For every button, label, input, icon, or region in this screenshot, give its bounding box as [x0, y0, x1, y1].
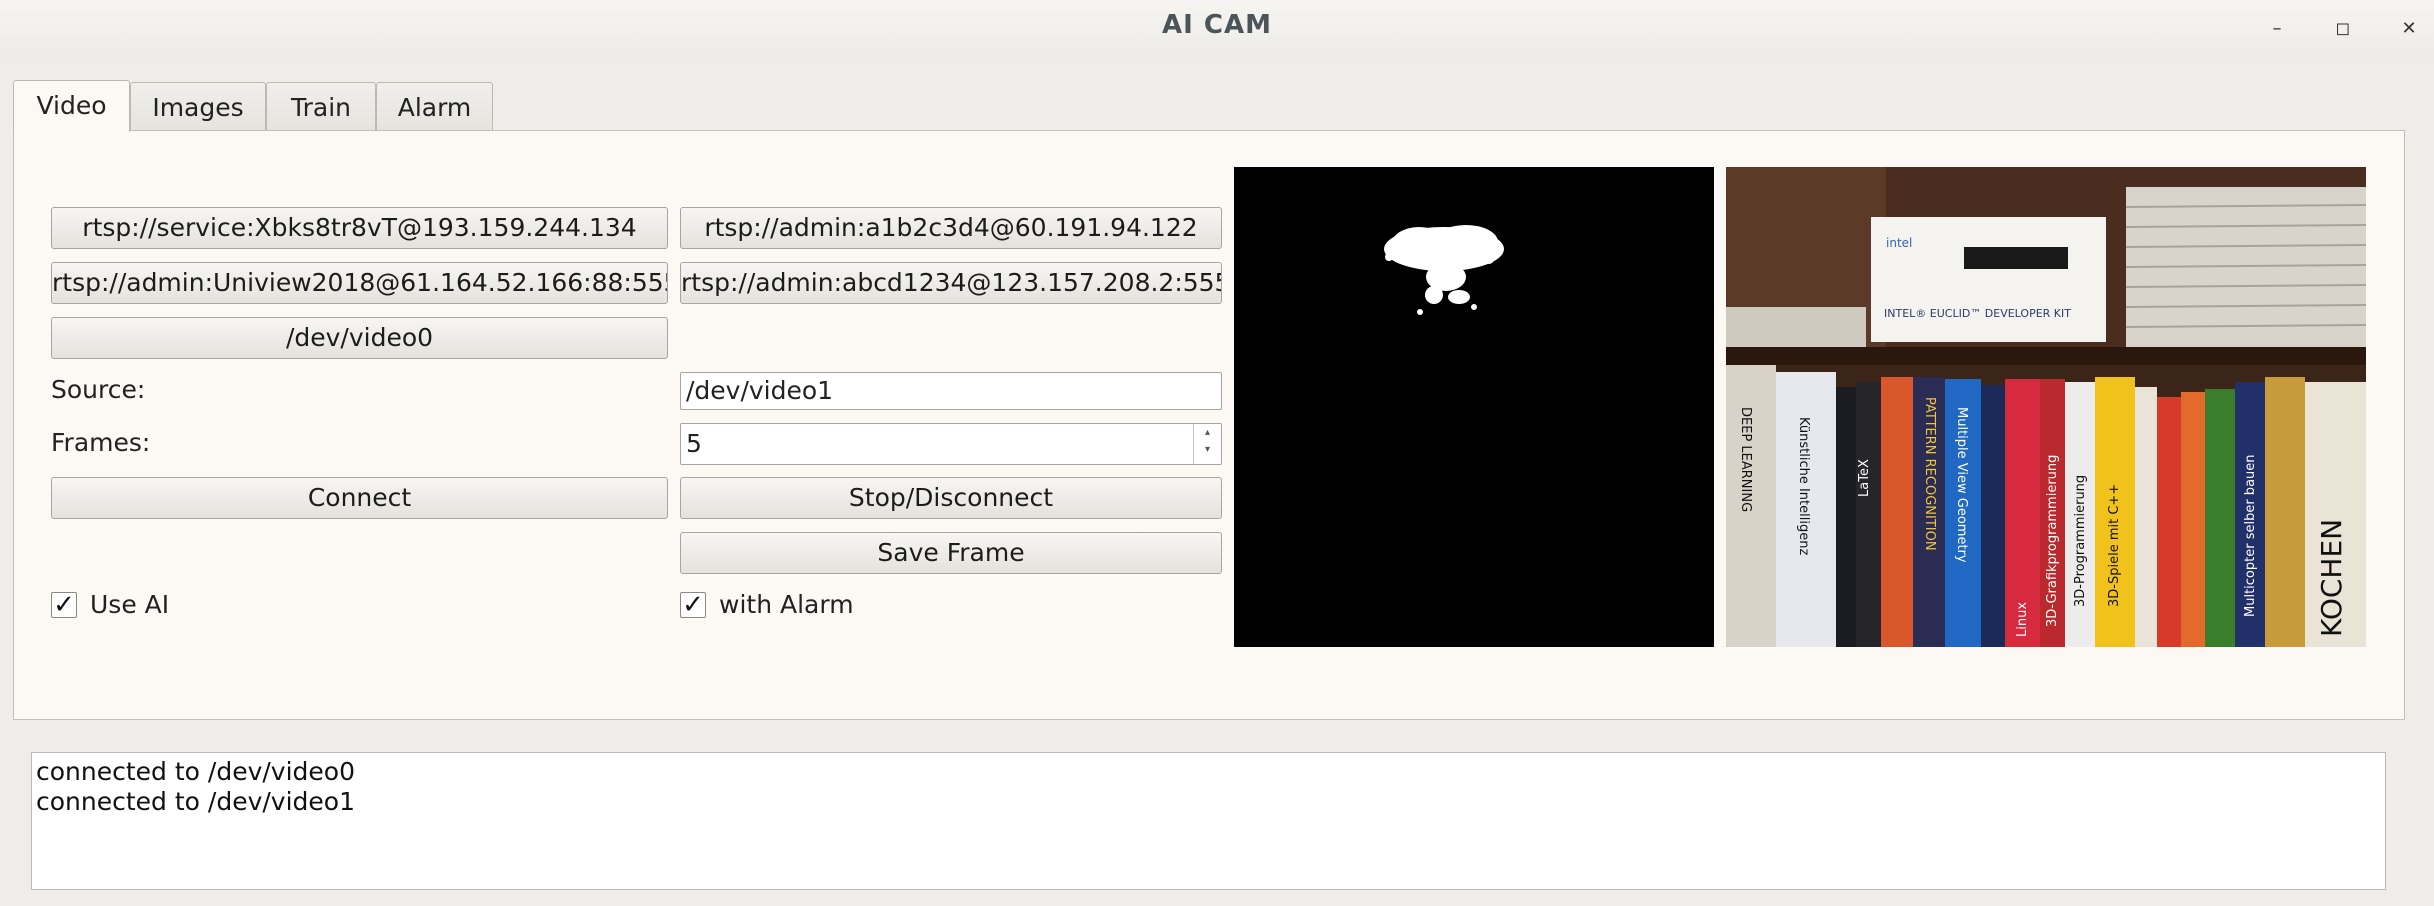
log-line: connected to /dev/video0: [36, 757, 355, 786]
preset-rtsp-3-button[interactable]: rtsp://admin:Uniview2018@61.164.52.166:8…: [51, 262, 668, 304]
camera-feed-view: intel INTEL® EUCLID™ DEVELOPER KIT DEEP …: [1726, 167, 2366, 647]
spine-3: LaTeX: [1857, 459, 1872, 497]
connect-button[interactable]: Connect: [51, 477, 668, 519]
ai-mask-view: [1234, 167, 1714, 647]
maximize-icon[interactable]: ◻: [2328, 14, 2358, 44]
title-bar: AI CAM – ◻ ✕: [0, 0, 2434, 58]
spine-5: Multiple View Geometry: [1954, 407, 1969, 563]
camera-image: intel INTEL® EUCLID™ DEVELOPER KIT DEEP …: [1726, 167, 2366, 647]
source-input[interactable]: /dev/video1: [680, 372, 1222, 410]
mask-blob: [1384, 225, 1504, 315]
preset-rtsp-1-button[interactable]: rtsp://service:Xbks8tr8vT@193.159.244.13…: [51, 207, 668, 249]
spin-up-icon[interactable]: ▴: [1194, 424, 1221, 441]
spin-down-icon[interactable]: ▾: [1194, 441, 1221, 458]
spine-8: 3D-Programmierung: [2073, 475, 2088, 607]
close-icon[interactable]: ✕: [2394, 14, 2424, 44]
source-label: Source:: [51, 375, 146, 404]
with-alarm-checkbox[interactable]: ✓: [680, 592, 706, 618]
minimize-icon[interactable]: –: [2262, 14, 2292, 44]
use-ai-label: Use AI: [90, 590, 170, 619]
spine-9: 3D-Spiele mit C++: [2107, 484, 2122, 607]
save-frame-button[interactable]: Save Frame: [680, 532, 1222, 574]
box-logo: intel: [1886, 236, 1912, 250]
spine-6: Linux: [2015, 602, 2030, 637]
spine-7: 3D-Grafikprogrammierung: [2045, 455, 2060, 627]
preset-rtsp-4-button[interactable]: rtsp://admin:abcd1234@123.157.208.2:555: [680, 262, 1222, 304]
tab-train[interactable]: Train: [266, 82, 376, 132]
tab-images[interactable]: Images: [130, 82, 266, 132]
window-title: AI CAM: [1162, 10, 1272, 40]
spine-2: Künstliche Intelligenz: [1796, 417, 1811, 555]
spine-10: Multicopter selber bauen: [2243, 454, 2258, 617]
preset-video0-button[interactable]: /dev/video0: [51, 317, 668, 359]
spine-11: KOCHEN: [2315, 519, 2348, 637]
spine-4: PATTERN RECOGNITION: [1922, 397, 1937, 551]
log-line: connected to /dev/video1: [36, 787, 355, 816]
spine-1: DEEP LEARNING: [1738, 407, 1753, 512]
log-output[interactable]: connected to /dev/video0 connected to /d…: [31, 752, 2386, 890]
tab-video[interactable]: Video: [13, 80, 130, 132]
frames-value: 5: [686, 429, 702, 458]
frames-label: Frames:: [51, 428, 151, 457]
preset-rtsp-2-button[interactable]: rtsp://admin:a1b2c3d4@60.191.94.122: [680, 207, 1222, 249]
stop-disconnect-button[interactable]: Stop/Disconnect: [680, 477, 1222, 519]
use-ai-checkbox[interactable]: ✓: [51, 592, 77, 618]
frames-spinbox[interactable]: 5 ▴ ▾: [680, 423, 1222, 465]
box-title: INTEL® EUCLID™ DEVELOPER KIT: [1884, 307, 2071, 320]
spin-arrows[interactable]: ▴ ▾: [1193, 424, 1221, 464]
with-alarm-label: with Alarm: [719, 590, 854, 619]
tab-alarm[interactable]: Alarm: [376, 82, 493, 132]
